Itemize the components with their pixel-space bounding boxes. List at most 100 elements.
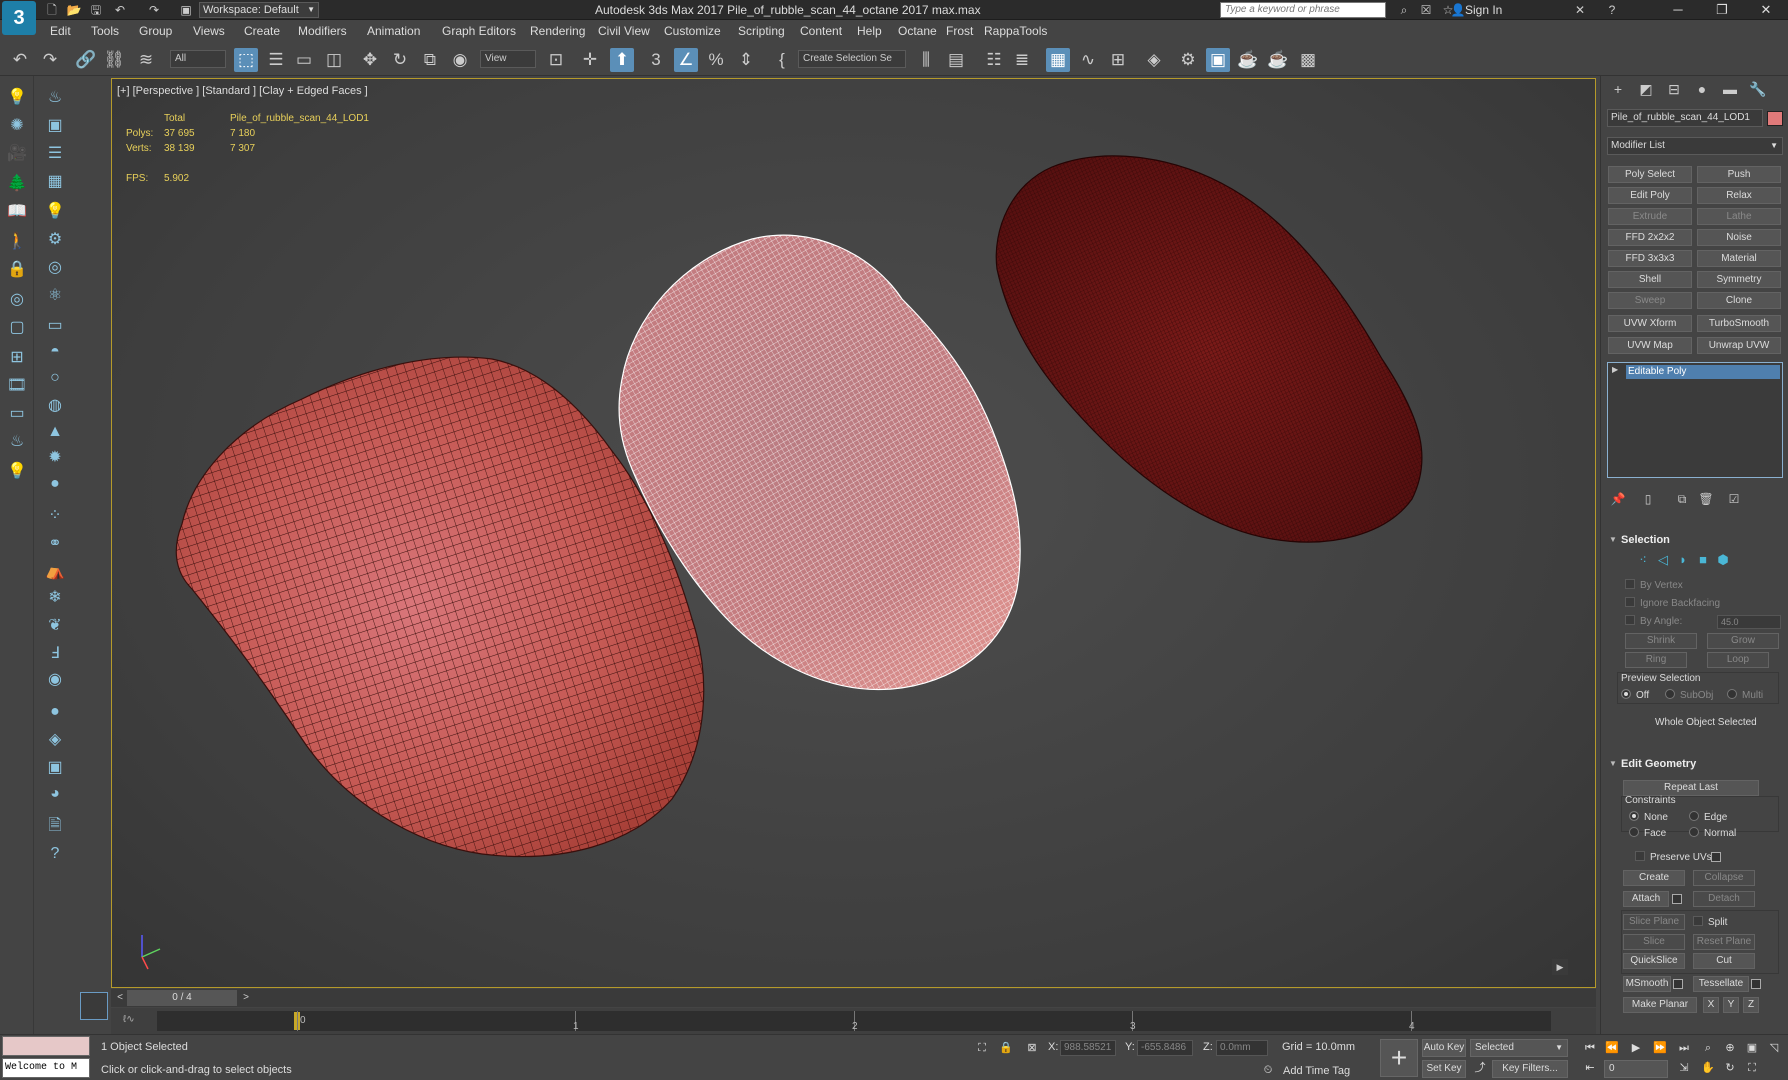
new-file-icon[interactable]: 🗋 [44,2,60,18]
menu-octane[interactable]: Octane [898,24,937,38]
sphere-blue-icon[interactable]: ◕ [43,782,67,806]
preserve-uvs-settings-icon[interactable] [1711,852,1721,862]
add-time-tag[interactable]: Add Time Tag [1283,1065,1350,1077]
modifier-ffd3-button[interactable]: FFD 3x3x3 [1608,250,1692,267]
modify-tab-icon[interactable]: ◩ [1635,80,1657,98]
lock-icon[interactable]: 🔒 [5,258,29,282]
display-tab-icon[interactable]: ▬ [1719,80,1741,98]
track-area[interactable]: 0 1 2 3 4 [157,1011,1551,1032]
modifier-shell-button[interactable]: Shell [1608,271,1692,288]
search-icon[interactable]: ⌕ [1396,2,1412,18]
modifier-clone-button[interactable]: Clone [1697,292,1781,309]
key-mode-toggle-icon[interactable]: ⇤ [1582,1060,1598,1076]
modifier-edit-poly-button[interactable]: Edit Poly [1608,187,1692,204]
key-tangent-icon[interactable]: ⤴ [1472,1060,1488,1076]
tree-icon[interactable]: 🌲 [5,172,29,196]
plant-icon[interactable]: ❦ [43,614,67,638]
target-icon[interactable]: ◎ [43,256,67,280]
object-color-swatch[interactable] [1767,111,1783,126]
modifier-turbosmooth-button[interactable]: TurboSmooth [1697,315,1781,332]
pin-stack-icon[interactable]: 📌 [1609,490,1627,508]
prev-frame-arrow-icon[interactable]: < [113,990,127,1006]
by-angle-checkbox[interactable]: By Angle: [1625,615,1682,627]
snowflake-icon[interactable]: ❄ [43,586,67,610]
cone-icon[interactable]: ▲ [43,420,67,444]
loop-button[interactable]: Loop [1707,652,1769,668]
geosphere-icon[interactable]: ● [43,472,67,496]
maximize-icon[interactable]: ❐ [1702,0,1742,20]
selection-filter-dropdown[interactable]: All [170,50,226,68]
preview-off-radio[interactable]: Off [1621,689,1649,701]
tessellate-settings-icon[interactable] [1751,979,1761,989]
frame-icon[interactable]: ▢ [5,316,29,340]
expand-viewport-icon[interactable]: ▶ [1552,959,1568,975]
vertex-mode-icon[interactable]: ⁖ [1635,552,1651,568]
redo-icon[interactable]: ↷ [146,2,162,18]
show-end-result-icon[interactable]: ▯ [1639,490,1657,508]
slice-plane-button[interactable]: Slice Plane [1623,914,1685,930]
tessellate-button[interactable]: Tessellate [1693,976,1749,992]
modifier-material-button[interactable]: Material [1697,250,1781,267]
slice-button[interactable]: Slice [1623,934,1685,950]
undo-icon[interactable]: ↶ [112,2,128,18]
menu-scripting[interactable]: Scripting [738,24,785,38]
modifier-uvw-map-button[interactable]: UVW Map [1608,337,1692,354]
angle-snap-icon[interactable]: ∠ [674,48,698,72]
doc-icon[interactable]: 🗎 [43,814,67,838]
ignore-backfacing-checkbox[interactable]: Ignore Backfacing [1625,597,1720,609]
align-icon[interactable]: ▤ [944,48,968,72]
orbit-icon[interactable]: ↻ [1722,1060,1738,1076]
texture-icon[interactable]: ◉ [43,668,67,692]
ribbon-toggle-icon[interactable]: ▦ [1046,48,1070,72]
make-planar-z-button[interactable]: Z [1743,997,1759,1013]
modifier-list-dropdown[interactable]: Modifier List ▼ [1607,137,1783,155]
keyboard-shortcut-icon[interactable]: ⬆ [610,48,634,72]
particle-icon[interactable]: ⁘ [43,504,67,528]
plane-icon[interactable]: ▭ [43,314,67,338]
help-icon[interactable]: ? [1604,2,1620,18]
constraint-face-radio[interactable]: Face [1629,827,1666,839]
zoom-all-icon[interactable]: ⊕ [1722,1040,1738,1056]
make-unique-icon[interactable]: ⧉ [1673,490,1691,508]
select-manipulate-icon[interactable]: ✛ [578,48,602,72]
menu-group[interactable]: Group [139,24,172,38]
edit-geometry-rollout-header[interactable]: ▼ Edit Geometry [1605,756,1785,772]
auto-key-button[interactable]: Auto Key [1422,1039,1466,1057]
modifier-stack[interactable]: ▶ Editable Poly [1607,362,1783,478]
cut-button[interactable]: Cut [1693,953,1755,969]
undo-icon[interactable]: ↶ [8,48,32,72]
rendered-frame-icon[interactable]: ▣ [1206,48,1230,72]
detach-button[interactable]: Detach [1693,891,1755,907]
msmooth-button[interactable]: MSmooth [1623,976,1671,992]
teapot-icon[interactable]: ♨ [43,86,67,110]
schematic-view-icon[interactable]: ⊞ [1106,48,1130,72]
sun-light-icon[interactable]: ✹ [43,446,67,470]
mini-viewport-icon[interactable] [80,992,108,1020]
ring-button[interactable]: Ring [1625,652,1687,668]
menu-frost[interactable]: Frost [946,24,973,38]
menu-edit[interactable]: Edit [50,24,71,38]
edge-mode-icon[interactable]: ◁ [1655,552,1671,568]
z-coordinate-field[interactable]: 0.0mm [1216,1040,1268,1056]
gear-icon[interactable]: ⚙ [43,228,67,252]
set-key-big-button[interactable]: + [1380,1039,1418,1077]
render-production-icon[interactable]: ☕ [1236,48,1260,72]
angle-spinner[interactable]: 45.0 [1717,615,1781,629]
hemisphere-icon[interactable]: ◓ [43,340,67,364]
project-folder-icon[interactable]: ▣ [178,2,194,18]
split-checkbox[interactable]: Split [1693,916,1727,928]
search-input[interactable]: Type a keyword or phrase [1220,2,1386,18]
unlink-icon[interactable]: ⛓ [102,48,126,72]
figure-icon[interactable]: 🚶 [5,230,29,254]
prev-frame-icon[interactable]: ⏪ [1604,1040,1620,1056]
render-cloud-icon[interactable]: ▩ [1296,48,1320,72]
menu-create[interactable]: Create [244,24,280,38]
save-file-icon[interactable]: 🖫 [88,2,104,18]
zoom-icon[interactable]: ⌕ [1700,1040,1716,1056]
workspace-dropdown[interactable]: Workspace: Default ▼ [199,2,319,18]
molecule-icon[interactable]: ⚭ [43,532,67,556]
reset-plane-button[interactable]: Reset Plane [1693,934,1755,950]
time-tag-icon[interactable]: ⏲ [1260,1062,1276,1078]
sphere-icon[interactable]: ○ [43,366,67,390]
goto-start-icon[interactable]: ⏮ [1582,1040,1598,1056]
